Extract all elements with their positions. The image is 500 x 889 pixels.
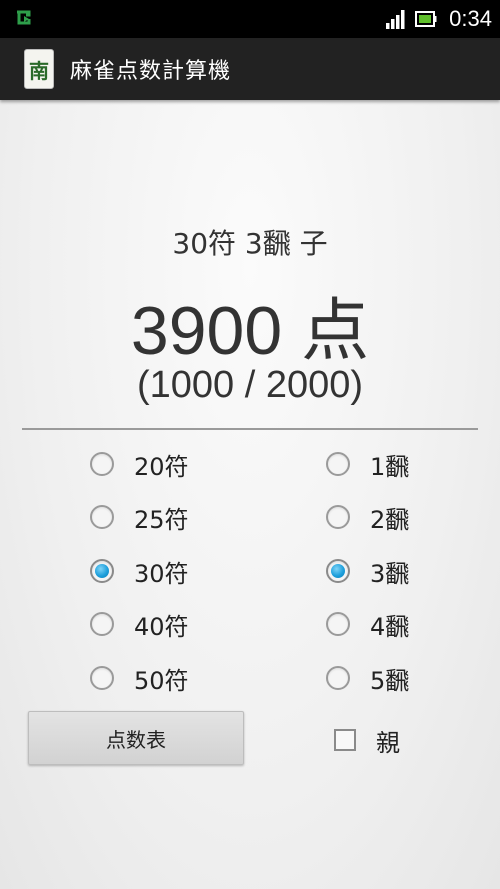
fu-option-label: 20符 <box>134 452 189 481</box>
action-bar: 南 麻雀点数計算機 <box>0 38 500 100</box>
han-option-3[interactable]: 3飜 <box>326 551 409 591</box>
han-option-4[interactable]: 4飜 <box>326 604 409 644</box>
radio-button[interactable] <box>90 505 114 529</box>
radio-button[interactable] <box>90 452 114 476</box>
status-bar: 0:34 <box>0 0 500 38</box>
han-option-label: 4飜 <box>370 612 410 641</box>
points-split: (1000 / 2000) <box>136 364 364 406</box>
dealer-toggle[interactable]: 親 <box>334 720 400 760</box>
han-option-label: 3飜 <box>370 559 410 588</box>
fu-option-label: 30符 <box>134 559 189 588</box>
battery-icon <box>415 11 437 27</box>
radio-button[interactable] <box>90 666 114 690</box>
app-title: 麻雀点数計算機 <box>70 59 232 84</box>
radio-button-selected[interactable] <box>326 559 350 583</box>
han-option-label: 5飜 <box>370 666 410 695</box>
radio-button[interactable] <box>326 505 350 529</box>
status-clock: 0:34 <box>449 6 492 31</box>
notification-icon <box>17 10 31 25</box>
fu-option-label: 40符 <box>134 612 189 641</box>
fu-option-25[interactable]: 25符 <box>90 497 189 537</box>
signal-icon <box>386 10 405 29</box>
radio-button[interactable] <box>90 612 114 636</box>
dealer-checkbox[interactable] <box>334 729 356 751</box>
app-icon[interactable]: 南 <box>24 49 54 89</box>
total-points: 3900 点 <box>130 293 370 369</box>
han-option-2[interactable]: 2飜 <box>326 497 409 537</box>
fu-option-40[interactable]: 40符 <box>90 604 189 644</box>
fu-option-label: 25符 <box>134 505 189 534</box>
fu-option-30[interactable]: 30符 <box>90 551 189 591</box>
fu-option-50[interactable]: 50符 <box>90 658 189 698</box>
fu-option-label: 50符 <box>134 666 189 695</box>
han-option-label: 2飜 <box>370 505 410 534</box>
fu-option-20[interactable]: 20符 <box>90 444 189 484</box>
han-option-5[interactable]: 5飜 <box>326 658 409 698</box>
radio-button-selected[interactable] <box>90 559 114 583</box>
divider <box>22 428 478 430</box>
score-table-button[interactable]: 点数表 <box>28 711 244 765</box>
radio-button[interactable] <box>326 666 350 690</box>
radio-button[interactable] <box>326 452 350 476</box>
han-option-1[interactable]: 1飜 <box>326 444 409 484</box>
dealer-label: 親 <box>376 728 400 757</box>
radio-button[interactable] <box>326 612 350 636</box>
hand-summary: 30符 3飜 子 <box>172 227 328 260</box>
han-option-label: 1飜 <box>370 452 410 481</box>
